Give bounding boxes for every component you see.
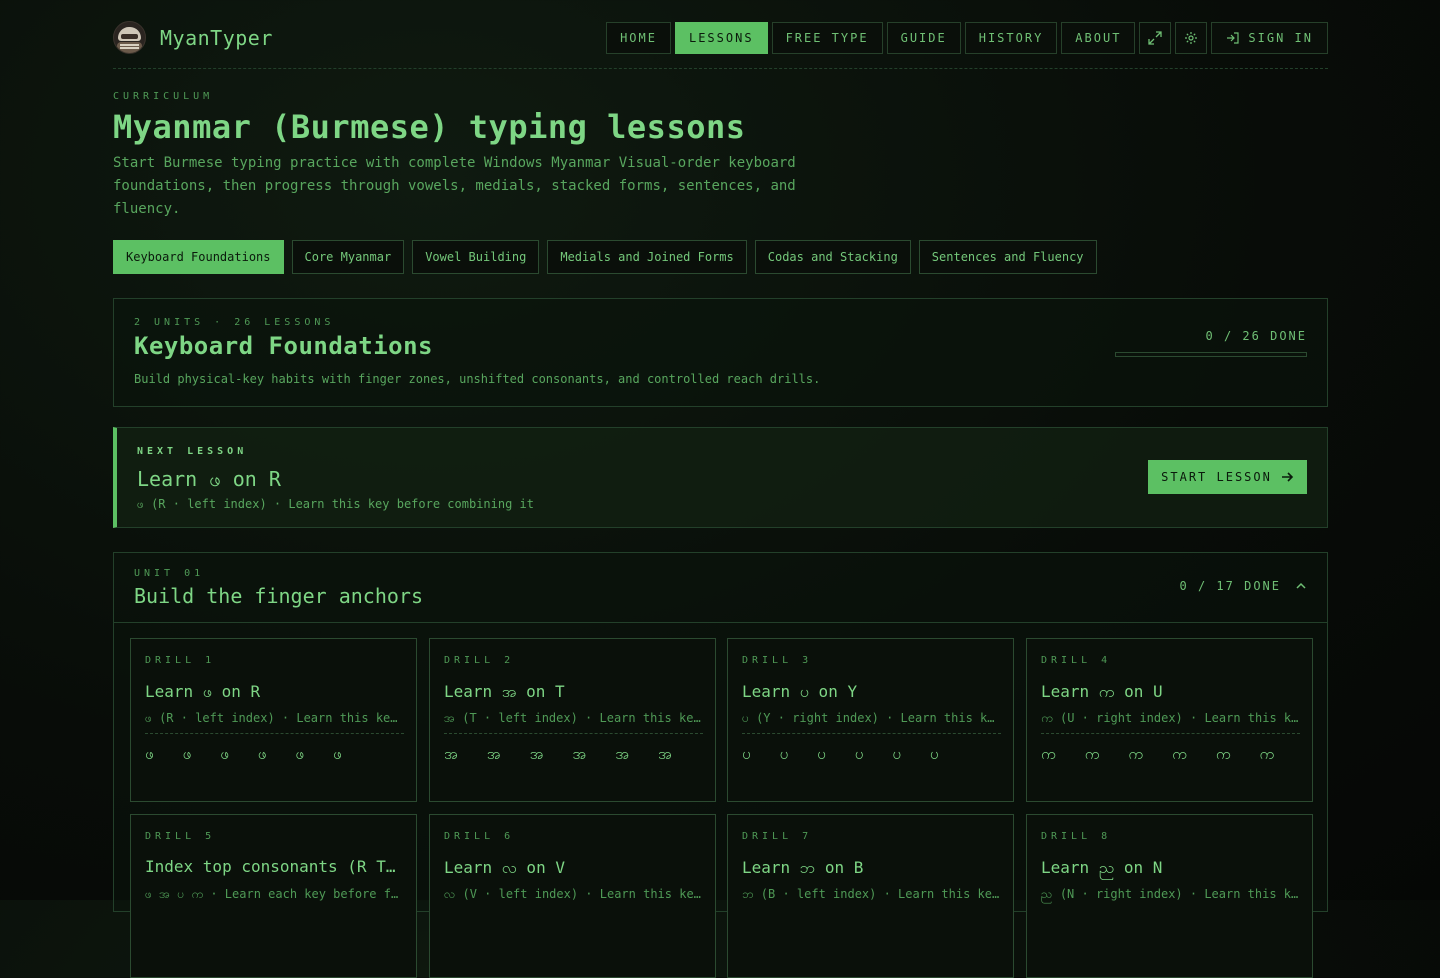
next-lesson-subtitle: ဖ (R · left index) · Learn this key befo… [137,497,534,511]
sign-in-label: SIGN IN [1248,31,1313,45]
drill-subtitle: က (U · right index) · Learn this key bef… [1041,711,1300,725]
drill-label: DRILL 8 [1041,831,1112,842]
sign-in-button[interactable]: SIGN IN [1211,22,1328,54]
drill-divider [444,733,703,734]
drill-subtitle: ဖ (R · left index) · Learn this key befo… [145,711,404,725]
unit-eyebrow: UNIT 01 [134,568,205,579]
section-meta: 2 UNITS · 26 LESSONS [134,317,335,328]
drill-title: Learn ဖ on R [145,682,261,701]
drill-card[interactable]: DRILL 1 Learn ဖ on R ဖ (R · left index) … [130,638,417,802]
drill-card[interactable]: DRILL 4 Learn က on U က (U · right index)… [1026,638,1313,802]
drill-key-preview: ပ ပ ပ ပ ပ ပ [742,745,949,763]
drill-card[interactable]: DRILL 8 Learn ည on N ည (N · right index)… [1026,814,1313,978]
drill-label: DRILL 3 [742,655,813,666]
drill-key-preview: က က က က က က [1041,745,1285,763]
section-description: Build physical-key habits with finger zo… [134,372,821,386]
nav-history[interactable]: HISTORY [964,22,1058,54]
drill-subtitle: ဘ (B · left index) · Learn this key befo… [742,887,1001,901]
sign-in-icon [1227,32,1240,44]
top-bar: MyanTyper HOME LESSONS FREE TYPE GUIDE H… [113,0,1328,69]
unit-panel: UNIT 01 Build the finger anchors 0 / 17 … [113,552,1328,978]
tab-core-myanmar[interactable]: Core Myanmar [291,240,405,274]
section-progress-text: 0 / 26 DONE [1205,329,1307,343]
next-lesson-title: Learn ဖ on R [137,467,281,491]
nav-home[interactable]: HOME [606,22,671,54]
intro-eyebrow: CURRICULUM [113,91,214,102]
page-description: Start Burmese typing practice with compl… [113,155,796,217]
fullscreen-button[interactable] [1139,22,1172,54]
section-title: Keyboard Foundations [134,332,433,360]
tab-codas-stacking[interactable]: Codas and Stacking [754,240,911,274]
logo-icon [113,21,146,54]
settings-button[interactable] [1175,22,1208,54]
next-lesson-card: NEXT LESSON Learn ဖ on R ဖ (R · left ind… [113,427,1328,528]
drill-card[interactable]: DRILL 7 Learn ဘ on B ဘ (B · left index) … [727,814,1014,978]
drill-card[interactable]: DRILL 5 Index top consonants (R T Y U) ဖ… [130,814,417,978]
chevron-up-icon[interactable] [1295,580,1307,592]
drill-title: Learn က on U [1041,682,1163,701]
drill-card[interactable]: DRILL 3 Learn ပ on Y ပ (Y · right index)… [727,638,1014,802]
brand[interactable]: MyanTyper [113,21,273,54]
nav-about[interactable]: ABOUT [1061,22,1136,54]
start-lesson-label: START LESSON [1161,470,1272,484]
drill-key-preview: အ အ အ အ အ အ [444,745,682,763]
page-title: Myanmar (Burmese) typing lessons [113,108,746,146]
start-lesson-button[interactable]: START LESSON [1148,460,1307,494]
tab-vowel-building[interactable]: Vowel Building [412,240,540,274]
section-progress-bar [1115,352,1307,357]
drill-subtitle: ည (N · right index) · Learn this key bef… [1041,887,1300,901]
drill-title: Learn လ on V [444,858,565,877]
drill-title: Learn အ on T [444,682,565,701]
drill-subtitle: အ (T · left index) · Learn this key befo… [444,711,703,725]
section-summary-card: 2 UNITS · 26 LESSONS Keyboard Foundation… [113,298,1328,407]
drill-key-preview: ဖ ဖ ဖ ဖ ဖ ဖ [145,745,352,763]
drill-card[interactable]: DRILL 6 Learn လ on V လ (V · left index) … [429,814,716,978]
drill-card[interactable]: DRILL 2 Learn အ on T အ (T · left index) … [429,638,716,802]
drill-divider [742,733,1001,734]
drill-title: Learn ဘ on B [742,858,864,877]
tab-sentences-fluency[interactable]: Sentences and Fluency [918,240,1097,274]
arrow-right-icon [1281,472,1293,482]
drill-title: Index top consonants (R T Y U) [145,857,404,876]
category-tabs: Keyboard Foundations Core Myanmar Vowel … [113,240,1097,274]
drill-subtitle: လ (V · left index) · Learn this key befo… [444,887,703,901]
tab-keyboard-foundations[interactable]: Keyboard Foundations [113,240,284,274]
main-nav: HOME LESSONS FREE TYPE GUIDE HISTORY ABO… [606,22,1328,54]
unit-header[interactable]: UNIT 01 Build the finger anchors 0 / 17 … [114,553,1327,623]
nav-lessons[interactable]: LESSONS [674,22,768,54]
unit-title: Build the finger anchors [134,584,423,608]
drill-subtitle: ပ (Y · right index) · Learn this key bef… [742,711,1001,725]
drill-label: DRILL 2 [444,655,515,666]
nav-guide[interactable]: GUIDE [886,22,961,54]
drill-title: Learn ပ on Y [742,682,858,701]
unit-progress-text: 0 / 17 DONE [1179,579,1281,593]
drill-label: DRILL 4 [1041,655,1112,666]
brand-name: MyanTyper [160,25,273,50]
drill-label: DRILL 7 [742,831,813,842]
drill-label: DRILL 6 [444,831,515,842]
next-lesson-eyebrow: NEXT LESSON [137,446,248,457]
unit-progress: 0 / 17 DONE [1180,579,1307,593]
drill-divider [145,733,404,734]
nav-free-type[interactable]: FREE TYPE [771,22,883,54]
drill-subtitle: ဖ အ ပ က · Learn each key before fusing t… [145,887,404,901]
drill-divider [1041,733,1300,734]
drill-label: DRILL 1 [145,655,216,666]
expand-icon [1148,31,1163,45]
drill-label: DRILL 5 [145,831,216,842]
drill-title: Learn ည on N [1041,858,1163,877]
tab-medials-joined-forms[interactable]: Medials and Joined Forms [547,240,747,274]
gear-icon [1185,32,1198,44]
